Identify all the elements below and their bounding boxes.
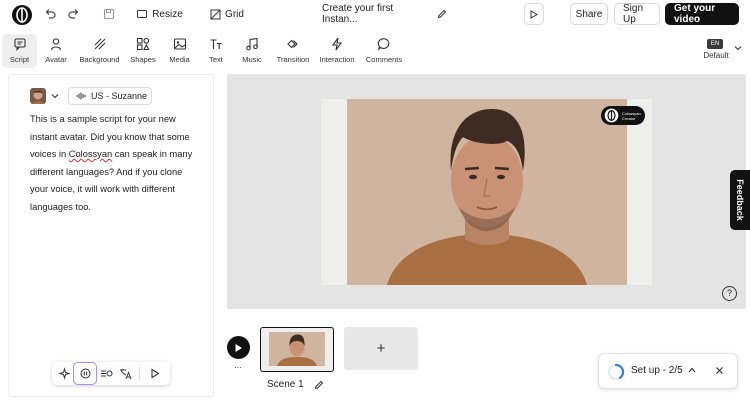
scene-thumbnail-image: [269, 332, 325, 366]
script-textarea[interactable]: This is a sample script for your new ins…: [30, 111, 200, 216]
script-icon: [13, 38, 26, 51]
tool-music[interactable]: Music: [236, 34, 268, 68]
feedback-label: Feedback: [735, 179, 745, 221]
tool-label: Media: [169, 55, 190, 64]
tool-label: Avatar: [45, 55, 67, 64]
script-action-bar: [52, 362, 170, 385]
tool-label: Script: [9, 55, 30, 64]
language-selector[interactable]: EN Default: [700, 37, 748, 67]
feedback-tab[interactable]: Feedback: [730, 170, 750, 230]
tool-label: Interaction: [319, 55, 355, 64]
tool-background[interactable]: Background: [77, 34, 122, 68]
resize-button[interactable]: Resize: [137, 3, 183, 25]
tool-label: Comments: [365, 55, 403, 64]
transition-icon: [287, 39, 298, 49]
ai-sparkle-button[interactable]: [58, 367, 71, 380]
avatar-icon: [50, 38, 62, 51]
grid-label: Grid: [225, 8, 244, 20]
interaction-icon: [331, 37, 343, 51]
pause-icon: [80, 368, 90, 379]
chevron-up-icon: [688, 367, 696, 373]
top-bar: Resize Grid Create your first Instan... …: [0, 0, 750, 30]
close-icon: [716, 367, 723, 374]
scene-label: Scene 1: [267, 379, 304, 390]
get-your-video-button[interactable]: Get your video: [665, 3, 739, 25]
resize-icon: [137, 10, 148, 18]
play-icon: [530, 9, 538, 19]
resize-label: Resize: [152, 8, 183, 20]
tool-interaction[interactable]: Interaction: [317, 34, 357, 68]
spellcheck-flagged-word[interactable]: Colossyan: [69, 149, 112, 159]
play-icon: [235, 343, 242, 352]
video-frame[interactable]: Colossyan Creator: [321, 99, 652, 285]
play-icon: [151, 368, 160, 379]
divider: [139, 367, 140, 380]
tool-label: Text: [209, 55, 223, 64]
avatar-video-image[interactable]: [347, 99, 627, 285]
element-toolbar: Script Avatar Background Shapes Media Te…: [0, 32, 750, 68]
avatar-selector[interactable]: [30, 87, 64, 105]
sparkle-icon: [58, 367, 71, 380]
media-icon: [173, 38, 186, 50]
pause-button[interactable]: [73, 362, 97, 385]
grid-off-icon: [210, 9, 221, 19]
expand-setup-button[interactable]: [687, 366, 699, 378]
chevron-down-icon: [734, 46, 742, 51]
edit-scene-name-icon[interactable]: [314, 380, 324, 390]
project-title[interactable]: Create your first Instan...: [322, 3, 430, 25]
colossyan-logo-icon: [604, 108, 619, 123]
scene-thumbnail[interactable]: [260, 327, 334, 372]
setup-progress-widget: Set up - 2/5: [598, 353, 738, 389]
tool-text[interactable]: Text: [200, 34, 232, 68]
language-label: Default: [703, 51, 729, 60]
chevron-down-icon: [51, 94, 59, 99]
avatar: [30, 88, 46, 104]
music-icon: [246, 37, 258, 51]
progress-ring-icon: [607, 363, 625, 381]
undo-icon[interactable]: [42, 3, 58, 25]
comments-icon: [377, 38, 390, 51]
text-icon: [210, 39, 222, 49]
tool-avatar[interactable]: Avatar: [39, 34, 73, 68]
translate-button[interactable]: [119, 367, 132, 380]
background-icon: [94, 38, 105, 50]
tool-shapes[interactable]: Shapes: [126, 34, 160, 68]
tool-script[interactable]: Script: [2, 34, 37, 68]
colossyan-logo-icon[interactable]: [11, 4, 33, 26]
tool-label: Shapes: [130, 55, 156, 64]
close-setup-button[interactable]: [715, 366, 727, 378]
brand-watermark: Colossyan Creator: [601, 106, 645, 125]
tool-media[interactable]: Media: [163, 34, 196, 68]
gesture-icon: [101, 370, 113, 377]
brand-watermark-text: Colossyan Creator: [622, 110, 641, 121]
timeline-play-button[interactable]: [227, 336, 250, 359]
shapes-icon: [136, 37, 150, 51]
timeline-more-button[interactable]: ...: [232, 361, 244, 370]
preview-play-button[interactable]: [524, 3, 544, 25]
voice-selector[interactable]: US - Suzanne: [68, 87, 152, 105]
tool-label: Music: [242, 55, 262, 64]
setup-label: Set up - 2/5: [631, 365, 683, 376]
grid-button[interactable]: Grid: [209, 3, 245, 25]
tool-transition[interactable]: Transition: [273, 34, 313, 68]
gesture-button[interactable]: [100, 367, 113, 380]
edit-title-icon[interactable]: [436, 3, 448, 25]
save-icon[interactable]: [101, 3, 117, 25]
sign-up-button[interactable]: Sign Up: [614, 3, 660, 25]
tool-label: Transition: [276, 55, 310, 64]
help-button[interactable]: ?: [722, 286, 737, 301]
tool-comments[interactable]: Comments: [364, 34, 404, 68]
tool-label: Background: [79, 55, 120, 64]
voice-wave-icon: [76, 92, 86, 100]
share-button[interactable]: Share: [570, 3, 608, 25]
add-scene-button[interactable]: +: [344, 327, 418, 370]
voice-label: US - Suzanne: [91, 91, 148, 101]
play-script-button[interactable]: [150, 368, 161, 379]
redo-icon[interactable]: [66, 3, 82, 25]
language-badge: EN: [707, 39, 723, 49]
translate-icon: [120, 369, 132, 380]
